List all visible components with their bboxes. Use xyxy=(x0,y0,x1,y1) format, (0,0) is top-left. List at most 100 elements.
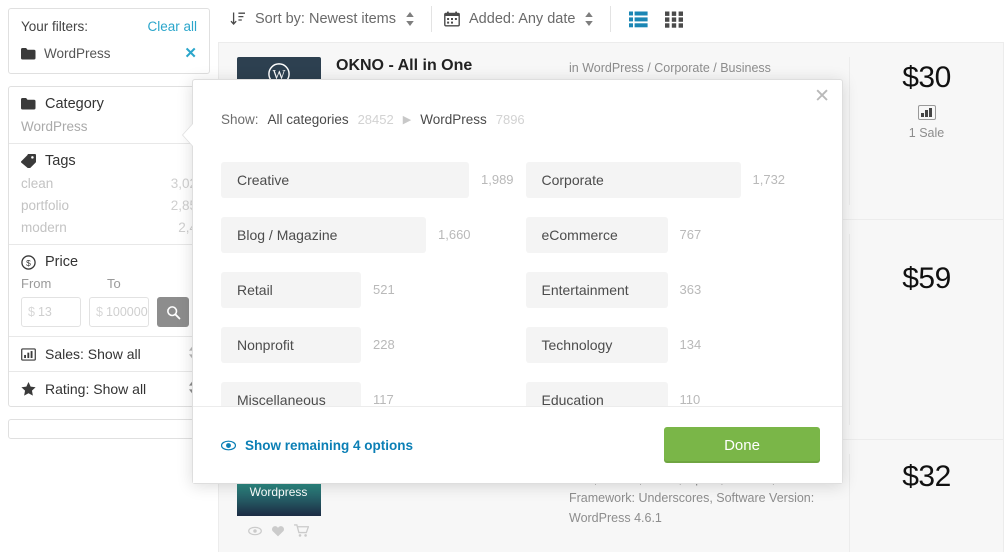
tag-label: modern xyxy=(21,220,67,235)
breadcrumb-item-all-categories[interactable]: All categories xyxy=(268,112,349,127)
rating-facet[interactable]: Rating: Show all xyxy=(9,372,209,406)
sort-icon xyxy=(230,11,246,27)
calendar-icon xyxy=(444,11,460,27)
item-sales-count: 1 Sale xyxy=(909,126,944,140)
preview-icon[interactable] xyxy=(248,524,262,537)
price-facet-header: $ Price xyxy=(21,254,197,270)
category-option-count: 1,660 xyxy=(426,227,471,242)
done-button[interactable]: Done xyxy=(664,427,820,463)
list-view-icon[interactable] xyxy=(629,11,649,28)
your-filters-title: Your filters: xyxy=(21,19,88,34)
modal-pointer xyxy=(183,124,193,146)
results-toolbar: Sort by: Newest items Added: Any date xyxy=(218,0,1004,38)
item-title[interactable]: OKNO - All in One xyxy=(336,57,569,75)
bar-chart-icon xyxy=(21,348,36,361)
tag-label: clean xyxy=(21,176,53,191)
category-option-ecommerce[interactable]: eCommerce 767 xyxy=(526,207,825,262)
price-to-input[interactable]: $ 100000 xyxy=(89,297,149,327)
category-facet-header: Category xyxy=(21,96,197,112)
folder-icon xyxy=(21,48,36,60)
item-price-column: $59 xyxy=(849,234,1003,425)
category-option-creative[interactable]: Creative 1,989 xyxy=(221,152,520,207)
grid-view-icon[interactable] xyxy=(665,11,685,28)
cart-icon[interactable] xyxy=(294,524,309,537)
remove-filter-icon[interactable]: ✕ xyxy=(184,46,197,61)
bar-chart-icon xyxy=(918,105,936,120)
category-option-retail[interactable]: Retail 521 xyxy=(221,262,520,317)
sort-by-dropdown[interactable]: Sort by: Newest items xyxy=(218,0,431,38)
tag-icon xyxy=(21,154,36,168)
app-root: Your filters: Clear all WordPress ✕ xyxy=(0,0,1004,552)
currency-symbol: $ xyxy=(96,305,103,319)
category-option-count: 134 xyxy=(668,337,702,352)
category-option-bar: Education xyxy=(526,382,668,409)
category-option-blog-magazine[interactable]: Blog / Magazine 1,660 xyxy=(221,207,520,262)
price-to-label: To xyxy=(107,276,121,291)
breadcrumb-item-wordpress[interactable]: WordPress xyxy=(420,112,487,127)
star-icon xyxy=(21,382,36,396)
price-from-value: 13 xyxy=(38,305,52,319)
category-option-count: 117 xyxy=(361,392,394,407)
category-option-bar: eCommerce xyxy=(526,217,668,253)
price-to-value: 100000 xyxy=(106,305,148,319)
price-search-button[interactable] xyxy=(157,297,189,327)
modal-footer: Show remaining 4 options Done xyxy=(193,406,842,483)
price-facet-label: Price xyxy=(45,254,78,270)
search-icon xyxy=(166,305,181,320)
list-item[interactable]: modern 2,4 xyxy=(21,213,197,235)
rating-facet-row: Rating: Show all xyxy=(21,381,197,397)
item-price-column: $32 xyxy=(849,454,1003,552)
active-filter-chip: WordPress ✕ xyxy=(9,40,209,73)
sales-facet[interactable]: Sales: Show all xyxy=(9,337,209,372)
category-option-nonprofit[interactable]: Nonprofit 228 xyxy=(221,317,520,372)
price-from-label: From xyxy=(21,276,81,291)
category-option-count: 1,732 xyxy=(741,172,786,187)
list-item[interactable]: portfolio 2,85 xyxy=(21,191,197,213)
category-option-entertainment[interactable]: Entertainment 363 xyxy=(526,262,825,317)
your-filters-header: Your filters: Clear all xyxy=(9,9,209,40)
category-option-miscellaneous[interactable]: Miscellaneous 117 xyxy=(221,372,520,408)
eye-icon xyxy=(221,440,236,451)
price-from-input[interactable]: $ 13 xyxy=(21,297,81,327)
rating-facet-label: Rating: Show all xyxy=(45,381,146,397)
heart-icon[interactable] xyxy=(271,524,285,537)
extra-panel xyxy=(8,419,210,439)
chevron-updown-icon xyxy=(584,12,594,26)
breadcrumb-count-all-categories: 28452 xyxy=(358,112,394,127)
tags-facet[interactable]: Tags clean 3,02 portfolio 2,85 modern 2,… xyxy=(9,144,209,245)
category-option-count: 228 xyxy=(361,337,395,352)
category-option-education[interactable]: Education 110 xyxy=(526,372,825,408)
category-option-count: 767 xyxy=(668,227,702,242)
item-price-column: $30 1 Sale xyxy=(849,57,1003,205)
clear-all-link[interactable]: Clear all xyxy=(147,19,197,34)
category-facet[interactable]: Category WordPress xyxy=(9,87,209,144)
category-option-count: 521 xyxy=(361,282,395,297)
price-facet: $ Price From To $ 13 $ 100000 xyxy=(9,245,209,337)
category-option-technology[interactable]: Technology 134 xyxy=(526,317,825,372)
added-date-dropdown[interactable]: Added: Any date xyxy=(432,0,610,38)
dollar-circle-icon: $ xyxy=(21,255,36,270)
show-remaining-options-link[interactable]: Show remaining 4 options xyxy=(221,438,413,453)
category-option-bar: Technology xyxy=(526,327,668,363)
category-option-corporate[interactable]: Corporate 1,732 xyxy=(526,152,825,207)
active-filter-label: WordPress xyxy=(44,46,111,61)
show-label: Show: xyxy=(221,112,259,127)
category-option-bar: Miscellaneous xyxy=(221,382,361,409)
show-remaining-options-label: Show remaining 4 options xyxy=(245,438,413,453)
added-date-label: Added: Any date xyxy=(469,11,575,27)
tags-facet-header: Tags xyxy=(21,153,197,169)
facets-panel: Category WordPress Tags clean 3,02 portf… xyxy=(8,86,210,407)
sort-by-label: Sort by: Newest items xyxy=(255,11,396,27)
view-mode-toggles xyxy=(611,11,685,28)
sales-facet-row: Sales: Show all xyxy=(21,346,197,362)
category-option-count: 363 xyxy=(668,282,702,297)
your-filters-panel: Your filters: Clear all WordPress ✕ xyxy=(8,8,210,74)
price-range-labels: From To xyxy=(21,270,197,291)
category-option-bar: Nonprofit xyxy=(221,327,361,363)
close-icon[interactable]: ✕ xyxy=(814,87,830,106)
list-item[interactable]: clean 3,02 xyxy=(21,169,197,191)
chevron-updown-icon xyxy=(405,12,415,26)
category-option-count: 110 xyxy=(668,392,701,407)
category-filter-modal: ✕ Show: All categories 28452 ▶ WordPress… xyxy=(192,79,843,484)
item-price: $59 xyxy=(902,238,951,296)
